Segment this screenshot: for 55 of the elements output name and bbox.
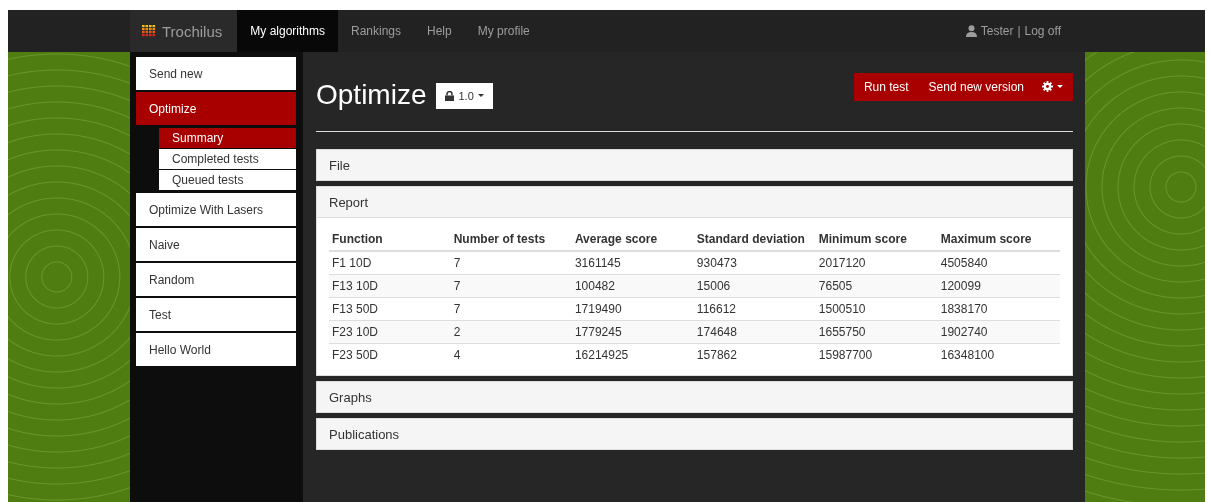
panel-header[interactable]: Publications (317, 419, 1072, 449)
table-cell: 4 (450, 343, 572, 366)
table-cell: 157862 (693, 343, 816, 366)
separator: | (1017, 24, 1021, 38)
table-cell: 76505 (815, 274, 938, 298)
sidebar-item[interactable]: Test (136, 298, 296, 331)
table-cell: 1902740 (937, 320, 1060, 344)
nav-tab[interactable]: Rankings (338, 10, 414, 52)
logo-icon (142, 25, 156, 37)
table-cell: 15987700 (815, 343, 938, 366)
lock-icon (445, 90, 455, 101)
action-button[interactable]: Send new version (918, 79, 1034, 94)
sidebar-subitem[interactable]: Summary (159, 128, 296, 148)
sidebar-item[interactable]: Random (136, 263, 296, 296)
panel-header[interactable]: Graphs (317, 382, 1072, 412)
sidebar-item[interactable]: Optimize With Lasers (136, 193, 296, 226)
table-cell: 2 (450, 320, 572, 344)
nav-tab[interactable]: Help (414, 10, 465, 52)
sidebar-subitem[interactable]: Queued tests (159, 170, 296, 190)
action-button[interactable]: Run test (853, 79, 919, 94)
table-cell: 15006 (693, 274, 816, 298)
column-header: Standard deviation (693, 228, 816, 251)
table-cell: 120099 (937, 274, 1060, 298)
table-cell: 174648 (693, 320, 816, 344)
table-cell: F23 50D (329, 343, 451, 366)
table-cell: 7 (450, 274, 572, 298)
page-title: Optimize (316, 78, 427, 111)
caret-icon (1057, 85, 1063, 88)
table-cell: 1779245 (571, 320, 694, 344)
table-cell: 16348100 (937, 343, 1060, 366)
column-header: Minimum score (815, 228, 938, 251)
sidebar-item[interactable]: Optimize (136, 92, 296, 125)
settings-icon (1042, 81, 1053, 92)
nav-tab[interactable]: My profile (464, 10, 543, 52)
user-icon (965, 25, 977, 37)
sidebar-subitem[interactable]: Completed tests (159, 149, 296, 169)
panel-header[interactable]: Report (317, 187, 1072, 217)
caret-icon (477, 94, 484, 97)
table-cell: 100482 (571, 274, 694, 298)
sidebar-item[interactable]: Naive (136, 228, 296, 261)
table-cell: F13 10D (329, 274, 451, 298)
table-cell: F23 10D (329, 320, 451, 344)
user-name[interactable]: Tester (980, 24, 1014, 38)
logoff-link[interactable]: Log off (1024, 24, 1061, 38)
version-dropdown[interactable]: 1.0 (436, 82, 493, 109)
column-header: Function (329, 228, 451, 251)
nav-tab[interactable]: My algorithms (237, 10, 338, 52)
table-cell: 1655750 (815, 320, 938, 344)
sidebar-item[interactable]: Hello World (136, 333, 296, 366)
sidebar-item[interactable]: Send new (136, 57, 296, 90)
column-header: Average score (571, 228, 694, 251)
table-cell: 16214925 (571, 343, 694, 366)
panel-header[interactable]: File (317, 150, 1072, 180)
column-header: Number of tests (450, 228, 572, 251)
column-header: Maximum score (937, 228, 1060, 251)
